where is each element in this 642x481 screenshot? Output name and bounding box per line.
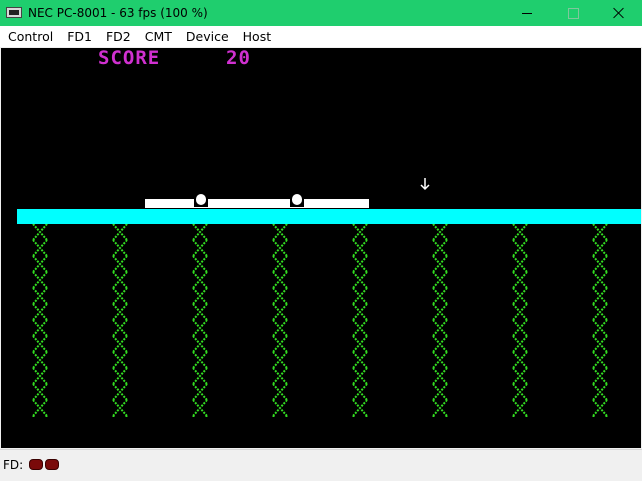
menu-device[interactable]: Device: [178, 26, 235, 47]
status-bar: FD:: [0, 449, 642, 481]
chain-lattice: [592, 224, 608, 417]
menu-fd1[interactable]: FD1: [59, 26, 98, 47]
maximize-button[interactable]: [550, 0, 596, 26]
ball: [290, 193, 304, 207]
chain-lattice: [352, 224, 368, 417]
chain-lattice: [272, 224, 288, 417]
floor-bar: [17, 209, 641, 224]
menu-bar: Control FD1 FD2 CMT Device Host: [0, 26, 642, 47]
chain-lattice: [192, 224, 208, 417]
menu-cmt[interactable]: CMT: [137, 26, 178, 47]
title-bar[interactable]: NEC PC-8001 - 63 fps (100 %): [0, 0, 642, 26]
platform: [145, 199, 369, 208]
menu-host[interactable]: Host: [235, 26, 277, 47]
emulator-screen[interactable]: SCORE 20: [1, 48, 641, 448]
minimize-icon: [522, 13, 532, 14]
fd2-led-icon: [45, 459, 59, 470]
ball: [194, 193, 208, 207]
mouse-cursor-icon: [420, 178, 430, 191]
fd1-led-icon: [29, 459, 43, 470]
score-value: 20: [226, 48, 251, 69]
minimize-button[interactable]: [504, 0, 550, 26]
emulator-window: NEC PC-8001 - 63 fps (100 %) Control FD1…: [0, 0, 642, 481]
close-icon: [613, 7, 625, 19]
window-title: NEC PC-8001 - 63 fps (100 %): [28, 6, 208, 20]
close-button[interactable]: [596, 0, 642, 26]
chain-lattice: [32, 224, 48, 417]
menu-fd2[interactable]: FD2: [98, 26, 137, 47]
chain-lattice: [112, 224, 128, 417]
score-display: SCORE 20: [98, 48, 250, 128]
fd-status-label: FD:: [3, 458, 24, 472]
maximize-icon: [568, 8, 579, 19]
app-icon[interactable]: [6, 7, 22, 18]
menu-control[interactable]: Control: [0, 26, 59, 47]
chain-lattice: [432, 224, 448, 417]
chain-lattice: [512, 224, 528, 417]
score-label: SCORE: [98, 48, 161, 69]
